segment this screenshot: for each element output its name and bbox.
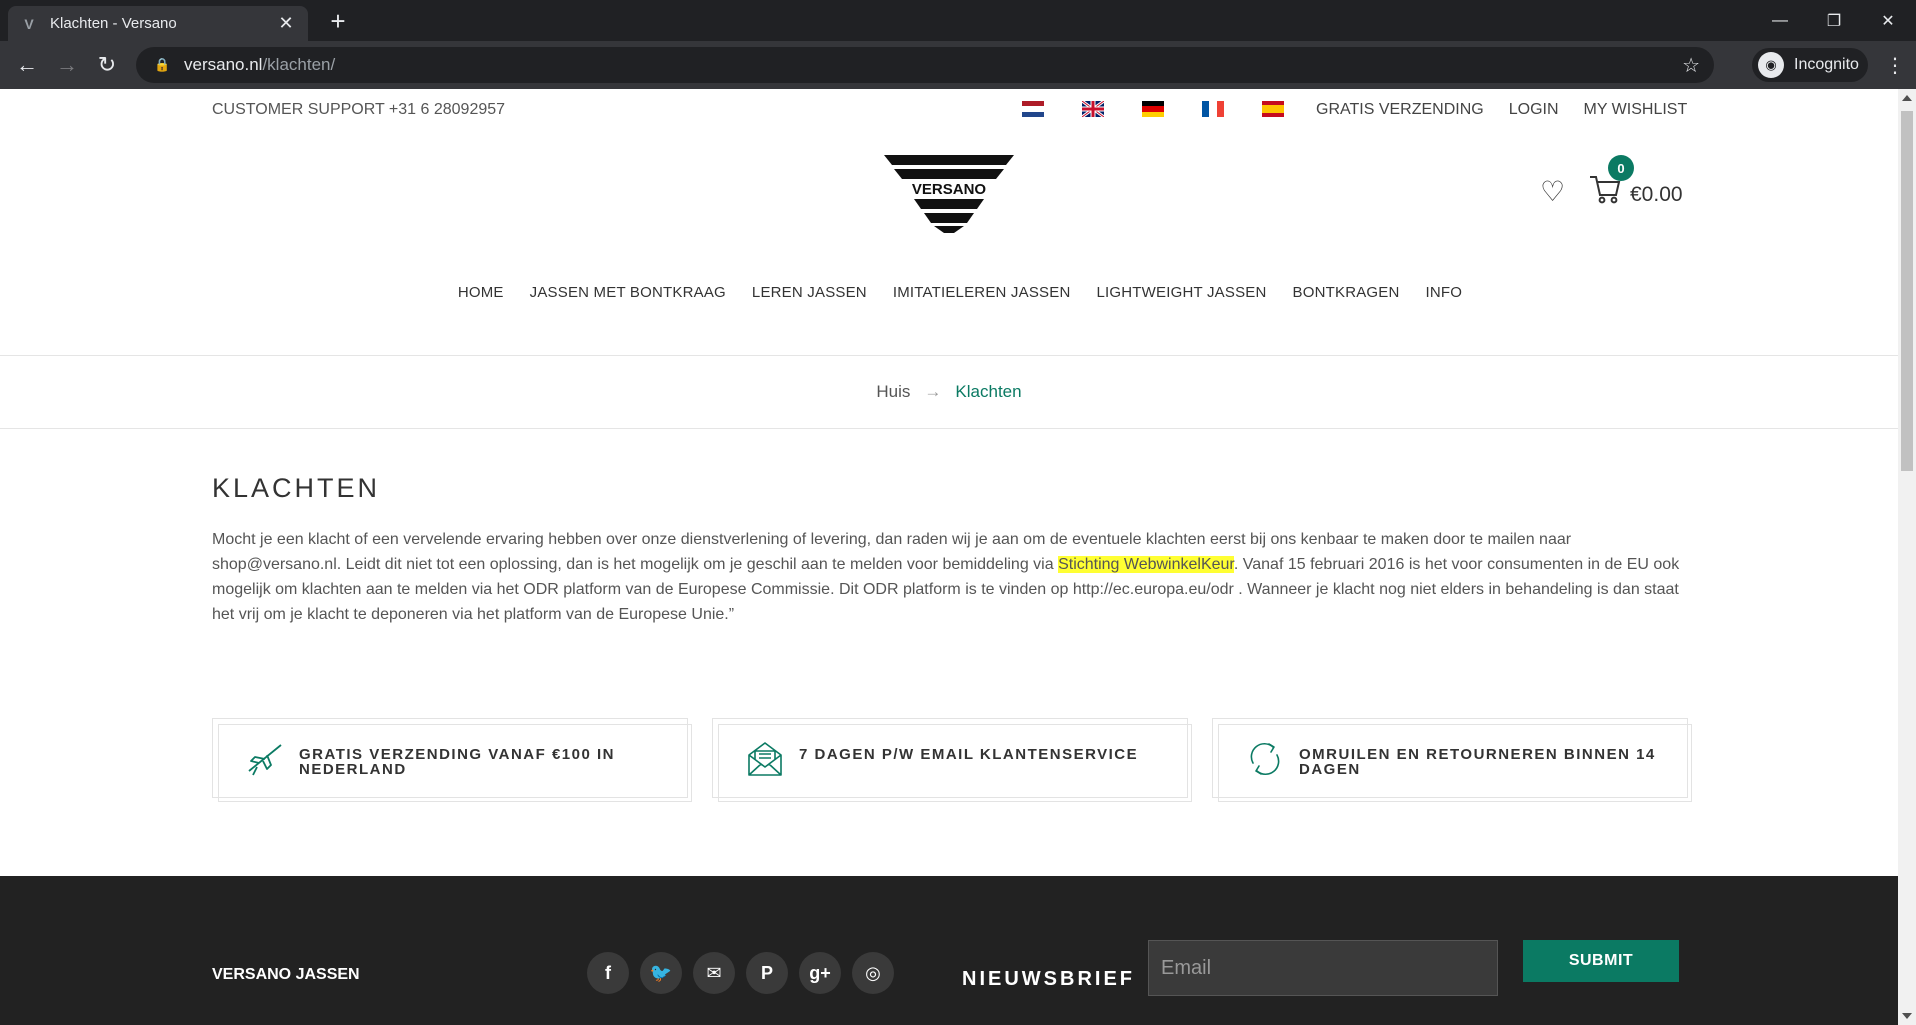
browser-menu-icon[interactable]: ⋮ xyxy=(1880,50,1910,80)
footer-brand: VERSANO JASSEN xyxy=(212,966,360,983)
refresh-icon xyxy=(1250,742,1280,776)
newsletter-email-input[interactable] xyxy=(1148,940,1498,996)
page-scrollbar[interactable] xyxy=(1898,89,1916,1025)
login-link[interactable]: LOGIN xyxy=(1509,101,1559,119)
feature-email-text: 7 DAGEN P/W EMAIL KLANTENSERVICE xyxy=(799,746,1139,763)
url-domain: versano.nl xyxy=(184,55,263,74)
browser-toolbar: ← → ↻ 🔒 versano.nl/klachten/ ☆ ◉ Incogni… xyxy=(0,41,1916,89)
page-title: KLACHTEN xyxy=(212,473,381,503)
feature-box-shipping: GRATIS VERZENDING VANAF €100 IN NEDERLAN… xyxy=(212,718,692,802)
newsletter-label: NIEUWSBRIEF xyxy=(962,968,1135,990)
breadcrumb-current: Klachten xyxy=(955,382,1022,401)
uk-flag[interactable] xyxy=(1082,101,1104,117)
complaints-text: Mocht je een klacht of een vervelende er… xyxy=(212,527,1692,627)
fr-flag[interactable] xyxy=(1202,101,1224,117)
cart-total[interactable]: €0.00 xyxy=(1630,183,1683,207)
main-navigation: HOME JASSEN MET BONTKRAAG LEREN JASSEN I… xyxy=(0,284,1898,301)
social-icons: f 🐦 ✉ Pg+ ◎ xyxy=(587,952,894,994)
breadcrumb-home[interactable]: Huis xyxy=(876,382,910,402)
url-path: /klachten/ xyxy=(262,55,336,74)
nav-lightweight-jassen[interactable]: LIGHTWEIGHT JASSEN xyxy=(1097,284,1267,301)
nav-leren-jassen[interactable]: LEREN JASSEN xyxy=(752,284,867,301)
reload-icon[interactable]: ↻ xyxy=(92,50,122,80)
feature-returns-text: OMRUILEN EN RETOURNEREN BINNEN 14 DAGEN xyxy=(1299,746,1656,778)
nl-flag[interactable] xyxy=(1022,101,1044,117)
web-page: CUSTOMER SUPPORT +31 6 28092957 GRATIS V… xyxy=(0,89,1898,1025)
site-favicon-icon: V xyxy=(24,15,34,32)
footer: VERSANO JASSEN f 🐦 ✉ Pg+ ◎ NIEUWSBRIEF SUBMI… xyxy=(0,876,1898,1025)
minimize-icon[interactable]: — xyxy=(1752,0,1808,41)
facebook-icon[interactable]: f xyxy=(587,952,629,994)
nav-imitatieleren-jassen[interactable]: IMITATIELEREN JASSEN xyxy=(893,284,1071,301)
airplane-icon xyxy=(248,744,282,776)
versano-logo[interactable]: VERSANO xyxy=(884,155,1014,233)
incognito-badge[interactable]: ◉ Incognito xyxy=(1752,48,1868,82)
forward-icon[interactable]: → xyxy=(52,50,82,80)
free-shipping-link[interactable]: GRATIS VERZENDING xyxy=(1316,101,1484,119)
google-plus-icon[interactable]: g+ xyxy=(799,952,841,994)
newsletter-submit-button[interactable]: SUBMIT xyxy=(1523,940,1679,982)
cart-count-badge: 0 xyxy=(1608,155,1634,181)
customer-support-text: CUSTOMER SUPPORT +31 6 28092957 xyxy=(212,101,506,118)
close-window-icon[interactable]: ✕ xyxy=(1860,0,1916,41)
address-bar[interactable]: 🔒 versano.nl/klachten/ ☆ xyxy=(136,47,1714,83)
mail-icon[interactable]: ✉ xyxy=(693,952,735,994)
webwinkelkeur-link[interactable]: Stichting WebwinkelKeur xyxy=(1058,556,1234,573)
new-tab-icon[interactable]: + xyxy=(325,8,351,34)
feature-shipping-text: GRATIS VERZENDING VANAF €100 IN NEDERLAN… xyxy=(299,746,615,778)
incognito-label: Incognito xyxy=(1794,56,1859,73)
instagram-icon[interactable]: ◎ xyxy=(852,952,894,994)
browser-tab[interactable]: V Klachten - Versano ✕ xyxy=(8,6,308,41)
wishlist-heart-icon[interactable]: ♡ xyxy=(1540,175,1565,208)
twitter-icon[interactable]: 🐦 xyxy=(640,952,682,994)
incognito-icon: ◉ xyxy=(1758,52,1784,78)
bookmark-star-icon[interactable]: ☆ xyxy=(1682,53,1700,78)
scrollbar-thumb[interactable] xyxy=(1901,111,1913,471)
scroll-down-arrow-icon[interactable] xyxy=(1902,1013,1912,1019)
feature-box-email: 7 DAGEN P/W EMAIL KLANTENSERVICE xyxy=(712,718,1192,802)
breadcrumb-arrow-icon: → xyxy=(924,382,942,401)
tab-title: Klachten - Versano xyxy=(50,15,177,32)
feature-box-returns: OMRUILEN EN RETOURNEREN BINNEN 14 DAGEN xyxy=(1212,718,1692,802)
breadcrumb: Huis → Klachten xyxy=(0,355,1898,429)
nav-bontkragen[interactable]: BONTKRAGEN xyxy=(1293,284,1400,301)
nav-jassen-met-bontkraag[interactable]: JASSEN MET BONTKRAAG xyxy=(530,284,726,301)
es-flag[interactable] xyxy=(1262,101,1284,117)
nav-info[interactable]: INFO xyxy=(1426,284,1463,301)
restore-icon[interactable]: ❐ xyxy=(1806,0,1862,41)
lock-icon: 🔒 xyxy=(154,57,171,72)
language-flags xyxy=(1022,101,1284,117)
tab-close-icon[interactable]: ✕ xyxy=(276,13,296,34)
top-links: GRATIS VERZENDING LOGIN MY WISHLIST xyxy=(1316,101,1687,119)
wishlist-link[interactable]: MY WISHLIST xyxy=(1584,101,1688,119)
envelope-icon xyxy=(748,742,782,776)
pinterest-icon[interactable]: P xyxy=(746,952,788,994)
logo-text: VERSANO xyxy=(912,181,987,198)
browser-tabbar: V Klachten - Versano ✕ + — ❐ ✕ xyxy=(0,0,1916,41)
back-icon[interactable]: ← xyxy=(12,50,42,80)
de-flag[interactable] xyxy=(1142,101,1164,117)
scroll-up-arrow-icon[interactable] xyxy=(1902,95,1912,101)
nav-home[interactable]: HOME xyxy=(458,284,504,301)
